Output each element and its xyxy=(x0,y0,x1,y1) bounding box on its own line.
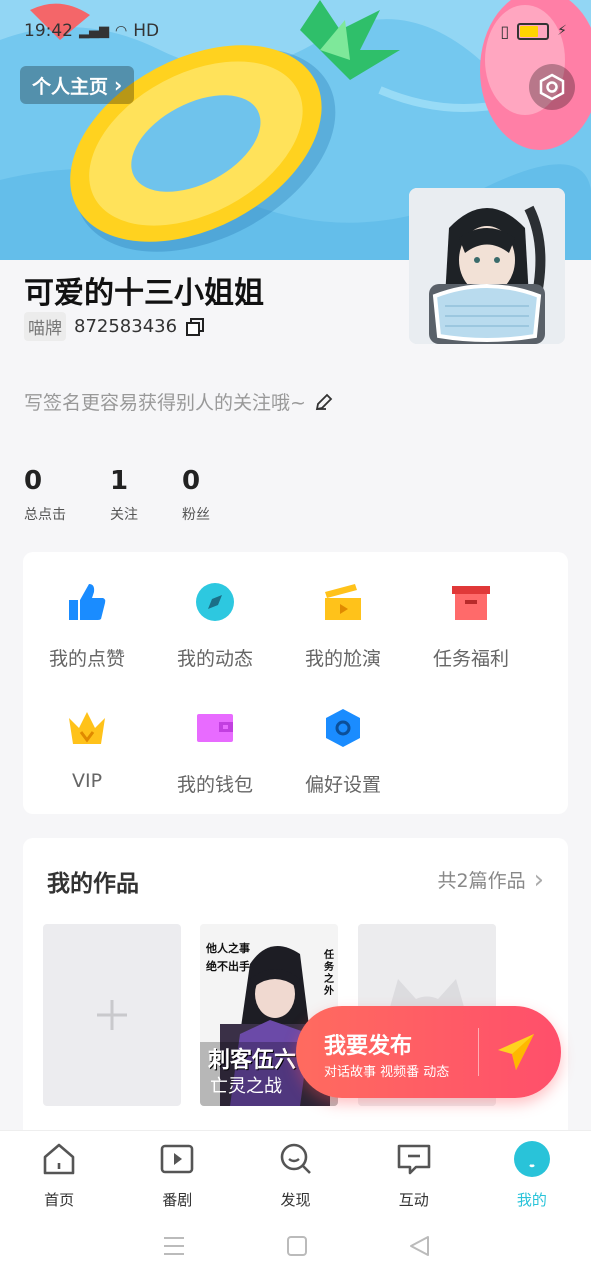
publish-divider xyxy=(478,1028,479,1076)
compass-icon xyxy=(196,583,234,621)
clapperboard-icon xyxy=(325,584,361,620)
stats-row: 0 总点击 1 关注 0 粉丝 xyxy=(24,466,210,524)
username: 可爱的十三小姐姐 xyxy=(24,276,264,311)
work-subtitle: 亡灵之战 xyxy=(210,1076,282,1097)
menu-item-moments[interactable]: 我的动态 xyxy=(151,582,279,671)
menu-label: 任务福利 xyxy=(432,648,509,670)
menu-item-vip[interactable]: VIP xyxy=(23,708,151,792)
tab-label: 番剧 xyxy=(162,1191,193,1209)
tab-discover[interactable]: 发现 xyxy=(236,1131,354,1213)
works-count-label: 共2篇作品 xyxy=(437,870,526,892)
tab-profile[interactable]: 我的 xyxy=(473,1131,591,1213)
play-icon xyxy=(160,1144,194,1174)
stat-label: 总点击 xyxy=(24,507,66,523)
tab-interact[interactable]: 互动 xyxy=(355,1131,473,1213)
stat-label: 粉丝 xyxy=(182,507,210,523)
personal-homepage-label: 个人主页 xyxy=(32,75,109,98)
menu-label: 我的尬演 xyxy=(304,648,381,670)
charging-icon: ⚡ xyxy=(557,23,567,39)
wifi-icon: ◠ xyxy=(115,23,128,39)
add-work-button[interactable] xyxy=(43,924,181,1106)
works-count-link[interactable]: 共2篇作品 › xyxy=(438,866,545,893)
back-triangle-icon[interactable] xyxy=(408,1235,430,1257)
chevron-right-icon: › xyxy=(114,73,123,97)
avatar-illustration xyxy=(409,188,565,344)
stat-total-clicks[interactable]: 0 总点击 xyxy=(24,466,66,524)
menu-label: 我的动态 xyxy=(176,648,253,670)
tab-label: 互动 xyxy=(398,1191,429,1209)
stat-following[interactable]: 1 关注 xyxy=(110,466,138,524)
menu-lines-icon[interactable] xyxy=(162,1235,186,1257)
network-label: HD xyxy=(133,21,160,41)
menu-item-likes[interactable]: 我的点赞 xyxy=(23,582,151,671)
system-nav-bar xyxy=(0,1212,591,1280)
signature-text: 写签名更容易获得别人的关注哦~ xyxy=(24,392,306,414)
menu-item-preferences[interactable]: 偏好设置 xyxy=(279,708,407,797)
tab-series[interactable]: 番剧 xyxy=(118,1131,236,1213)
stat-value: 1 xyxy=(110,466,129,496)
battery-icon xyxy=(517,22,550,40)
tab-label: 我的 xyxy=(516,1191,547,1209)
tab-home[interactable]: 首页 xyxy=(0,1131,118,1213)
signal-icon: ▂▄▆ xyxy=(79,23,109,39)
home-square-icon[interactable] xyxy=(286,1235,308,1257)
user-id-number: 872583436 xyxy=(74,316,178,337)
menu-label: VIP xyxy=(71,770,103,792)
signature-row[interactable]: 写签名更容易获得别人的关注哦~ xyxy=(24,388,334,415)
tab-label: 首页 xyxy=(44,1191,75,1209)
thumbs-up-icon xyxy=(69,584,106,620)
publish-sub-label: 对话故事 视频番 动态 xyxy=(324,1065,450,1080)
menu-label: 偏好设置 xyxy=(304,774,381,796)
status-time: 19:42 xyxy=(24,21,73,41)
menu-label: 我的钱包 xyxy=(176,774,253,796)
id-tag: 喵牌 xyxy=(24,312,66,341)
avatar[interactable] xyxy=(409,188,565,344)
status-bar: 19:42 ▂▄▆ ◠ HD ▯ ⚡ xyxy=(24,18,567,44)
stat-fans[interactable]: 0 粉丝 xyxy=(182,466,210,524)
menu-label: 我的点赞 xyxy=(48,648,125,670)
stat-label: 关注 xyxy=(110,507,138,523)
chat-icon xyxy=(397,1144,431,1175)
works-title: 我的作品 xyxy=(47,871,139,897)
cover-text: 他人之事 xyxy=(206,942,250,955)
wallet-icon xyxy=(197,714,233,742)
home-icon xyxy=(43,1143,75,1175)
stat-value: 0 xyxy=(24,466,43,496)
plus-icon xyxy=(97,1000,127,1030)
menu-item-performances[interactable]: 我的尬演 xyxy=(279,582,407,671)
settings-button[interactable] xyxy=(529,64,575,110)
crown-icon xyxy=(69,712,105,744)
publish-button[interactable]: 我要发布 对话故事 视频番 动态 xyxy=(296,1006,561,1098)
bottom-tab-bar: 首页 番剧 发现 互动 我的 xyxy=(0,1130,591,1213)
tab-label: 发现 xyxy=(280,1191,311,1209)
hexagon-settings-icon xyxy=(326,709,360,747)
publish-label: 我要发布 xyxy=(324,1034,413,1059)
personal-homepage-button[interactable]: 个人主页 › xyxy=(20,66,135,104)
chevron-right-icon: › xyxy=(533,864,544,895)
edit-pencil-icon xyxy=(315,393,333,410)
paper-plane-icon xyxy=(498,1034,534,1070)
cover-text: 任务之外 xyxy=(324,950,334,997)
menu-item-task-rewards[interactable]: 任务福利 xyxy=(407,582,535,671)
menu-item-wallet[interactable]: 我的钱包 xyxy=(151,708,279,797)
hexagon-gear-icon xyxy=(539,73,565,101)
user-id-row: 喵牌 872583436 xyxy=(24,312,205,341)
stat-value: 0 xyxy=(182,466,201,496)
cover-text: 绝不出手 xyxy=(206,960,250,973)
copy-icon[interactable] xyxy=(185,317,205,337)
gift-box-icon xyxy=(452,586,490,620)
menu-card: 我的点赞 我的动态 我的尬演 任务福利 VIP 我的钱包 偏好设置 xyxy=(23,552,568,814)
vibrate-icon: ▯ xyxy=(500,21,510,41)
profile-icon xyxy=(513,1141,550,1177)
discover-icon xyxy=(280,1143,311,1174)
